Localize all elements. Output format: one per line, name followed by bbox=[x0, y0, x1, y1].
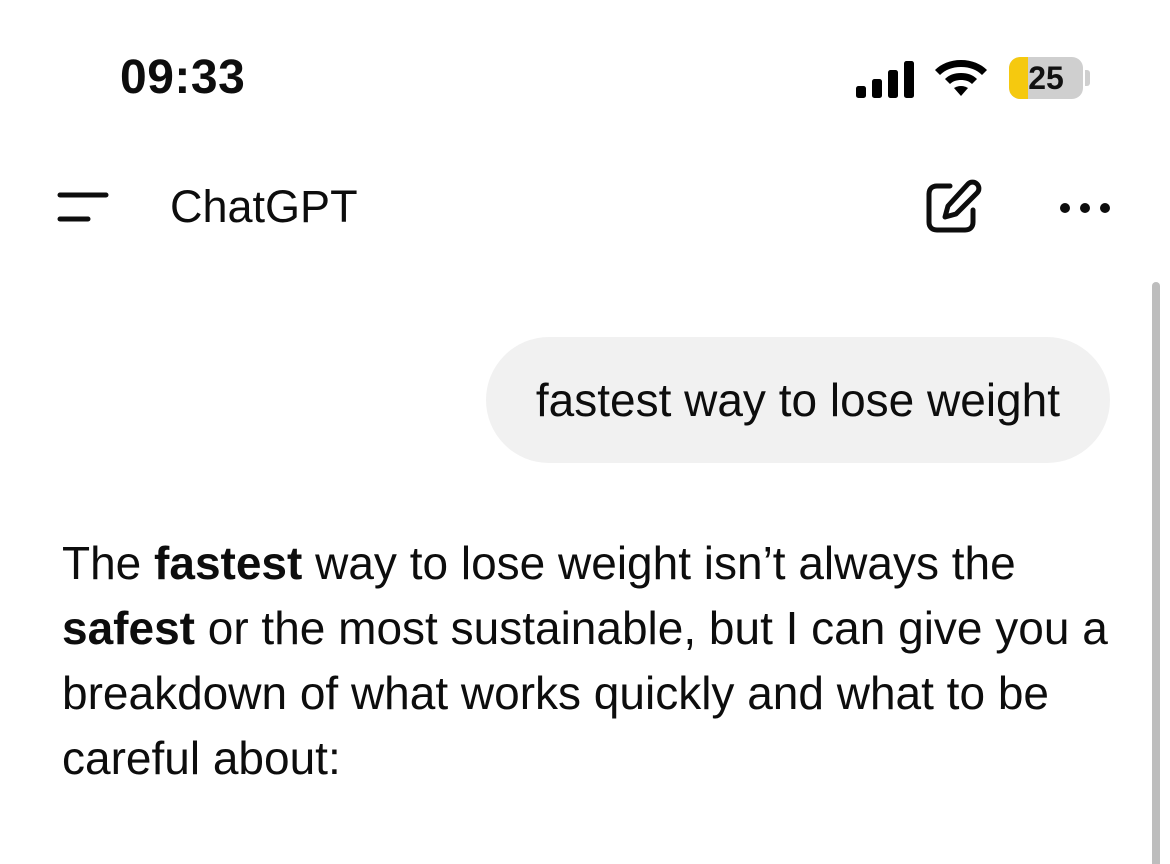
assistant-emphasis: fastest bbox=[154, 537, 303, 589]
app-title: ChatGPT bbox=[170, 181, 358, 232]
assistant-text-segment: way to lose weight isn’t always the bbox=[302, 537, 1016, 589]
chat-screen: 09:33 25 ChatGPT fastest way to lose wei… bbox=[0, 0, 1170, 864]
battery-level: 25 bbox=[1028, 60, 1064, 96]
assistant-text-segment: or the most sustainable, but I can give … bbox=[62, 602, 1108, 784]
battery-cap bbox=[1085, 70, 1090, 86]
assistant-message: The fastest way to lose weight isn’t alw… bbox=[62, 531, 1122, 791]
status-time: 09:33 bbox=[120, 51, 246, 104]
cellular-signal-icon bbox=[856, 61, 914, 98]
wifi-icon bbox=[935, 60, 987, 96]
scrollbar[interactable] bbox=[1152, 282, 1160, 864]
assistant-text-segment: The bbox=[62, 537, 155, 589]
compose-icon[interactable] bbox=[922, 178, 984, 238]
user-message-bubble: fastest way to lose weight bbox=[485, 337, 1110, 463]
battery-indicator: 25 bbox=[1009, 57, 1083, 99]
more-options-icon[interactable] bbox=[1052, 188, 1118, 228]
menu-icon[interactable] bbox=[50, 180, 116, 234]
assistant-emphasis: safest bbox=[62, 602, 195, 654]
